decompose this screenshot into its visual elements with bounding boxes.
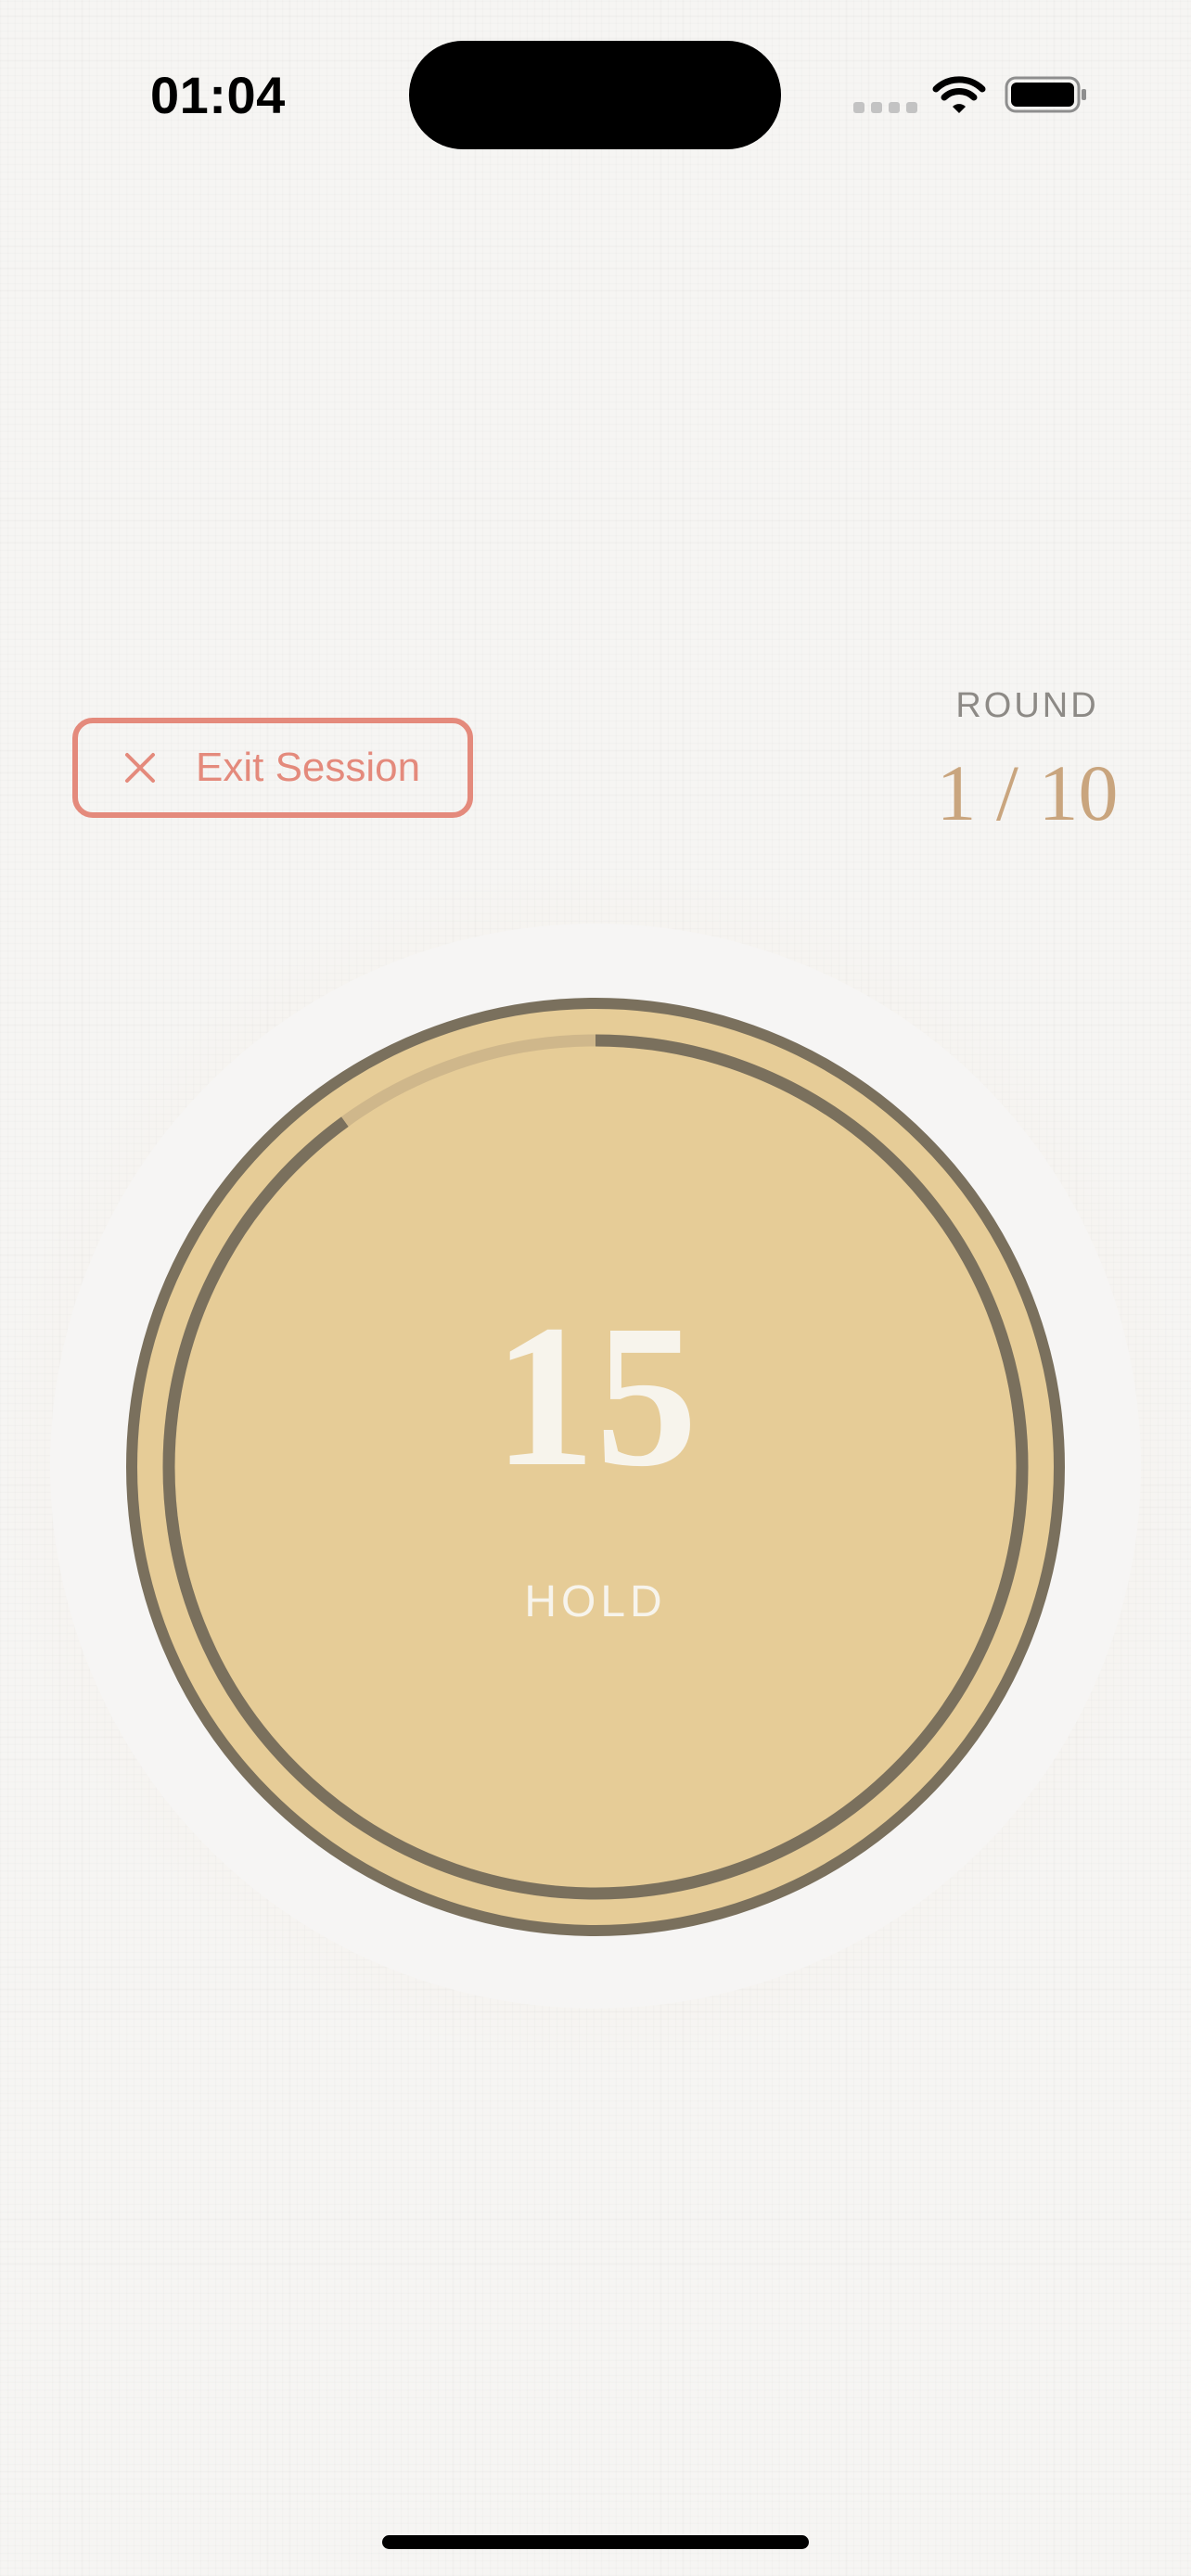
exit-session-button[interactable]: Exit Session (72, 718, 473, 818)
exit-session-label: Exit Session (196, 745, 421, 790)
close-icon (125, 753, 155, 783)
status-time: 01:04 (150, 66, 286, 124)
round-value: 1 / 10 (936, 748, 1119, 837)
battery-icon (1005, 76, 1086, 113)
wifi-icon (932, 76, 986, 113)
timer-number: 15 (493, 1282, 698, 1509)
phase-label: HOLD (524, 1577, 667, 1626)
dynamic-island (409, 41, 781, 149)
signal-icon (853, 102, 917, 113)
home-indicator[interactable] (382, 2535, 809, 2549)
round-label: ROUND (955, 686, 1099, 725)
